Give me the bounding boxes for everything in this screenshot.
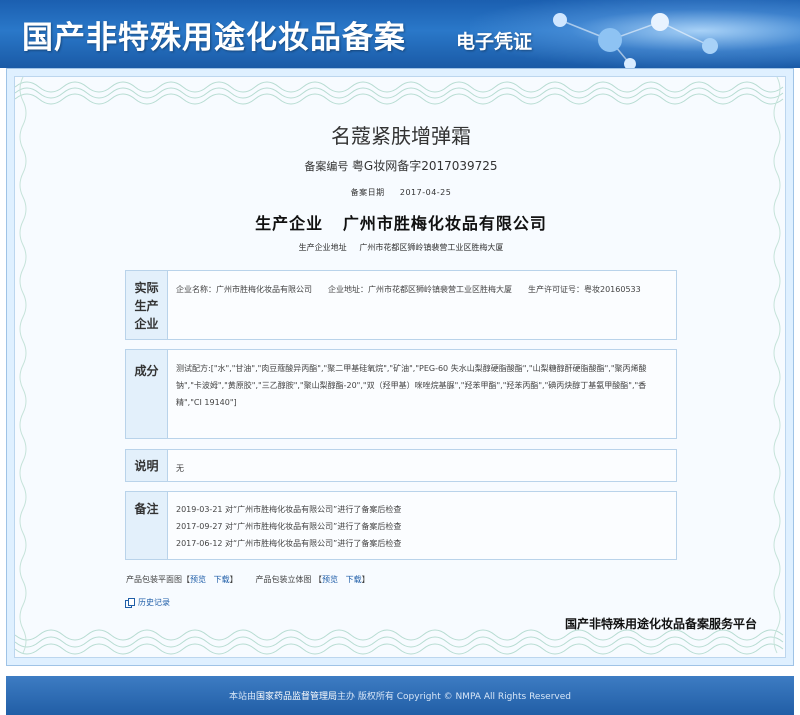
registration-number-line: 备案编号 粤G妆网备字2017039725 [15,157,785,174]
molecule-decoration-icon [553,13,718,68]
label-line: 企业 [134,317,159,331]
registration-number: 粤G妆网备字2017039725 [351,159,498,173]
company-address-label: 生产企业地址 [298,243,347,252]
footer: 本站由国家药品监督管理局主办 版权所有 Copyright © NMPA All… [6,676,794,715]
footer-copyright: 主办 版权所有 Copyright © NMPA All Rights Rese… [337,692,571,702]
company-address: 广州市花都区狮岭镇裴营工业区胜梅大厦 [359,243,504,252]
solid-package-label: 产品包装立体图 【 [255,575,322,584]
flat-package-bracket: 】 [229,575,238,584]
remark-item: 2017-09-27 对“广州市胜梅化妆品有限公司”进行了备案后检查 [176,522,402,531]
solid-package-download-link[interactable]: 下载 [346,575,362,584]
header-banner: 国产非特殊用途化妆品备案 电子凭证 [0,0,800,68]
actual-manufacturer-label: 实际 生产 企业 [126,271,168,339]
platform-name: 国产非特殊用途化妆品备案服务平台 [564,617,757,631]
explanation-label: 说明 [126,450,168,481]
registration-date-label: 备案日期 [350,188,385,197]
actual-manufacturer-box: 实际 生产 企业 企业名称：广州市胜梅化妆品有限公司 企业地址：广州市花都区狮岭… [125,270,677,340]
explanation-box: 说明 无 [125,449,677,482]
banner-title: 国产非特殊用途化妆品备案 [22,20,406,56]
registration-number-label: 备案编号 [304,160,349,173]
flat-package-preview-link[interactable]: 预览 [190,575,206,584]
label-line: 实际 [134,281,159,295]
remark-item: 2019-03-21 对“广州市胜梅化妆品有限公司”进行了备案后检查 [176,505,402,514]
company-address-line: 生产企业地址 广州市花都区狮岭镇裴营工业区胜梅大厦 [15,242,785,253]
explanation-text: 无 [176,464,184,473]
package-image-links: 产品包装平面图【预览 下载】 产品包装立体图 【预览 下载】 [126,574,370,585]
company-name: 广州市胜梅化妆品有限公司 [342,214,547,233]
history-link[interactable]: 历史记录 [125,597,170,608]
footer-prefix: 本站由 [229,692,257,702]
certificate-panel: 名蔻紧肤增弹霜 备案编号 粤G妆网备字2017039725 备案日期 2017-… [14,76,786,658]
remarks-list: 2019-03-21 对“广州市胜梅化妆品有限公司”进行了备案后检查 2017-… [168,492,676,559]
ingredients-box: 成分 测试配方:["水","甘油","肉豆蔻酸异丙酯","聚二甲基硅氧烷","矿… [125,349,677,439]
actual-manufacturer-text: 企业名称：广州市胜梅化妆品有限公司 企业地址：广州市花都区狮岭镇裴营工业区胜梅大… [176,285,641,294]
history-record-icon [125,597,135,608]
remarks-label: 备注 [126,492,168,559]
flat-package-label: 产品包装平面图【 [126,575,190,584]
registration-date: 2017-04-25 [399,188,452,197]
ingredients-text: 测试配方:["水","甘油","肉豆蔻酸异丙酯","聚二甲基硅氧烷","矿油",… [176,364,647,407]
footer-owner: 国家药品监督管理局 [256,692,338,702]
company-line: 生产企业 广州市胜梅化妆品有限公司 [15,210,785,234]
remark-item: 2017-06-12 对“广州市胜梅化妆品有限公司”进行了备案后检查 [176,539,402,548]
product-name: 名蔻紧肤增弹霜 [331,124,471,148]
company-label: 生产企业 [255,214,324,233]
remarks-box: 备注 2019-03-21 对“广州市胜梅化妆品有限公司”进行了备案后检查 20… [125,491,677,560]
label-line: 生产 [134,299,159,313]
history-link-label: 历史记录 [138,598,170,607]
banner-subtitle: 电子凭证 [456,31,533,53]
registration-date-line: 备案日期 2017-04-25 [15,187,785,198]
solid-package-preview-link[interactable]: 预览 [322,575,338,584]
flat-package-download-link[interactable]: 下载 [214,575,230,584]
certificate-content: 名蔻紧肤增弹霜 备案编号 粤G妆网备字2017039725 备案日期 2017-… [15,77,785,657]
ingredients-label: 成分 [126,350,168,438]
solid-package-bracket: 】 [361,575,370,584]
